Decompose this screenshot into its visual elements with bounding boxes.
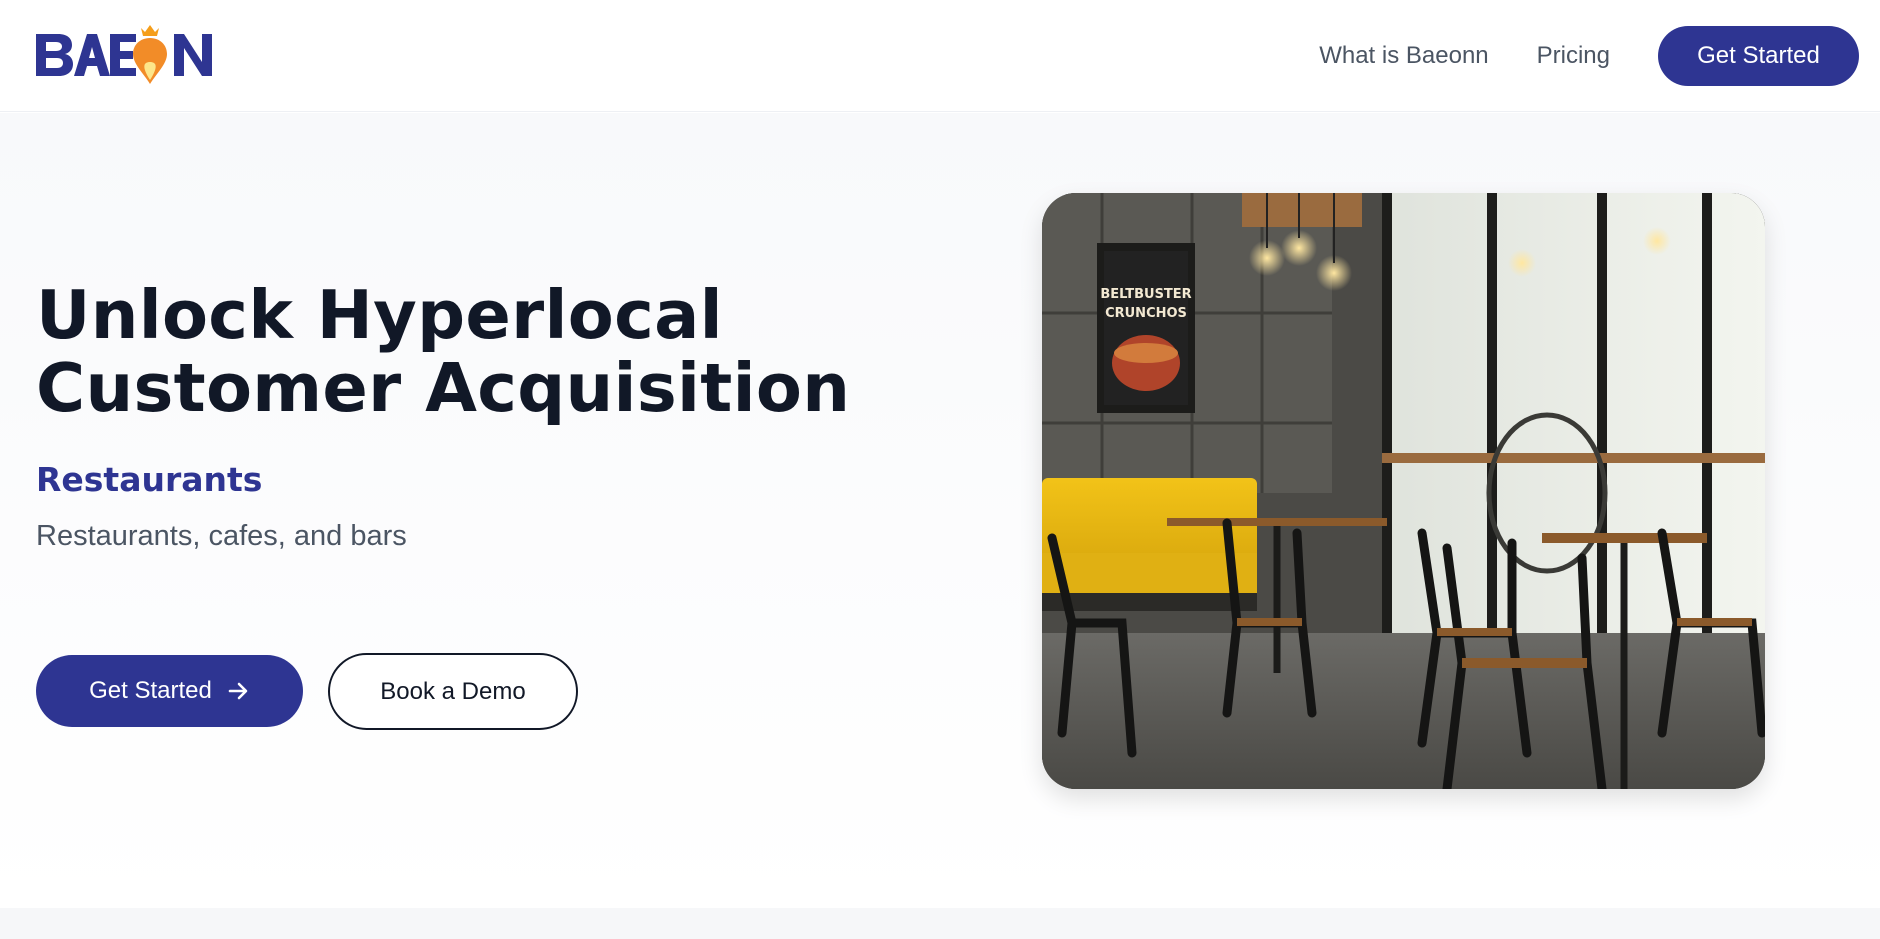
restaurant-interior-image: BELTBUSTER CRUNCHOS [1042, 193, 1765, 789]
hero-get-started-label: Get Started [89, 677, 212, 704]
hero-title-line-2: Customer Acquisition [36, 349, 851, 427]
arrow-right-icon [226, 679, 250, 703]
main-nav: What is Baeonn Pricing Get Started [1319, 25, 1859, 86]
brand-logo[interactable] [36, 20, 218, 92]
hero-get-started-button[interactable]: Get Started [36, 655, 303, 727]
poster-text-line-1: BELTBUSTER [1100, 287, 1191, 302]
nav-link-pricing[interactable]: Pricing [1537, 42, 1610, 70]
header-get-started-button[interactable]: Get Started [1658, 25, 1859, 86]
hero-section: Unlock Hyperlocal Customer Acquisition R… [0, 113, 1880, 908]
hero-category-label: Restaurants [36, 460, 263, 499]
poster-text-line-2: CRUNCHOS [1105, 306, 1187, 321]
hero-title: Unlock Hyperlocal Customer Acquisition [36, 279, 936, 425]
top-header: What is Baeonn Pricing Get Started [0, 0, 1880, 112]
hero-title-line-1: Unlock Hyperlocal [36, 276, 723, 354]
nav-link-what-is-baeonn[interactable]: What is Baeonn [1319, 42, 1488, 70]
next-section-edge [0, 908, 1880, 939]
book-demo-button[interactable]: Book a Demo [328, 653, 578, 730]
baeon-logo-mark [36, 24, 212, 84]
hero-subtitle: Restaurants, cafes, and bars [36, 520, 407, 552]
